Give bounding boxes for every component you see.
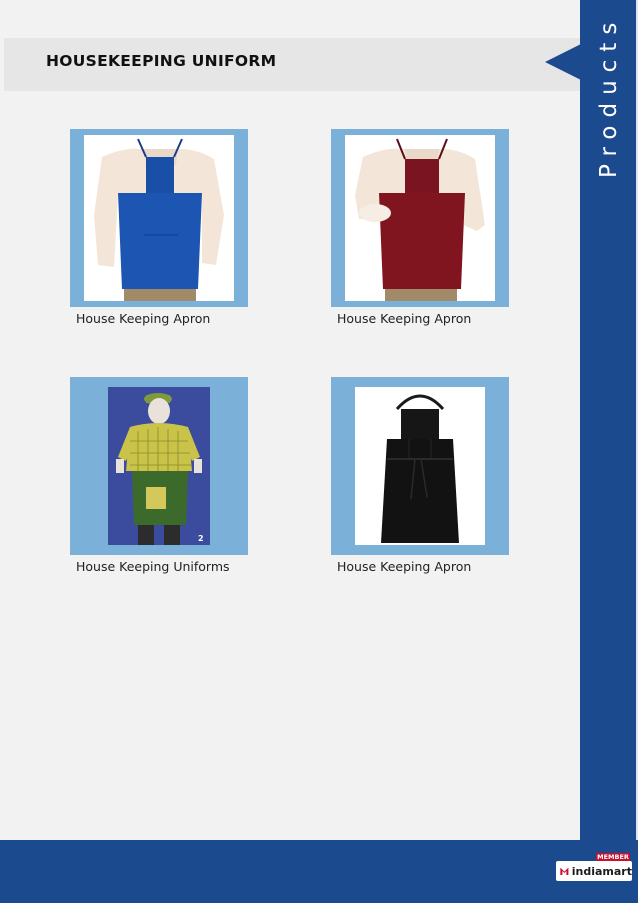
product-caption[interactable]: House Keeping Apron	[76, 311, 248, 326]
page-footer	[0, 840, 638, 903]
product-image-frame[interactable]	[331, 129, 509, 307]
logo-badge: indiamart	[556, 861, 632, 881]
product-image-frame[interactable]: 2	[70, 377, 248, 555]
black-apron-illustration	[381, 394, 459, 543]
product-caption[interactable]: House Keeping Uniforms	[76, 559, 248, 574]
logo-brand: indiamart	[571, 864, 632, 878]
maroon-apron-illustration	[355, 138, 485, 301]
product-card[interactable]: House Keeping Apron	[331, 129, 509, 326]
side-tab-pointer-icon	[545, 44, 581, 80]
product-card[interactable]: House Keeping Apron	[331, 377, 509, 574]
uniform-mannequin-illustration: 2	[108, 387, 210, 545]
side-tab-label: Products	[596, 14, 622, 178]
catalog-page: HOUSEKEEPING UNIFORM Products House Keep…	[0, 0, 638, 903]
product-card[interactable]: 2 House Keeping Uniforms	[70, 377, 248, 574]
black-apron-photo	[355, 387, 485, 545]
product-image-frame[interactable]	[70, 129, 248, 307]
product-caption[interactable]: House Keeping Apron	[337, 559, 509, 574]
indiamart-mark-icon	[560, 867, 569, 876]
indiamart-logo[interactable]: MEMBER indiamart	[556, 853, 632, 881]
product-image-frame[interactable]	[331, 377, 509, 555]
blue-apron-illustration	[94, 138, 224, 301]
blue-apron-photo	[84, 135, 234, 301]
page-title: HOUSEKEEPING UNIFORM	[46, 52, 277, 70]
uniform-mannequin-photo: 2	[108, 387, 210, 545]
photo-number: 2	[198, 534, 204, 543]
product-card[interactable]: House Keeping Apron	[70, 129, 248, 326]
product-caption[interactable]: House Keeping Apron	[337, 311, 509, 326]
maroon-apron-photo	[345, 135, 495, 301]
